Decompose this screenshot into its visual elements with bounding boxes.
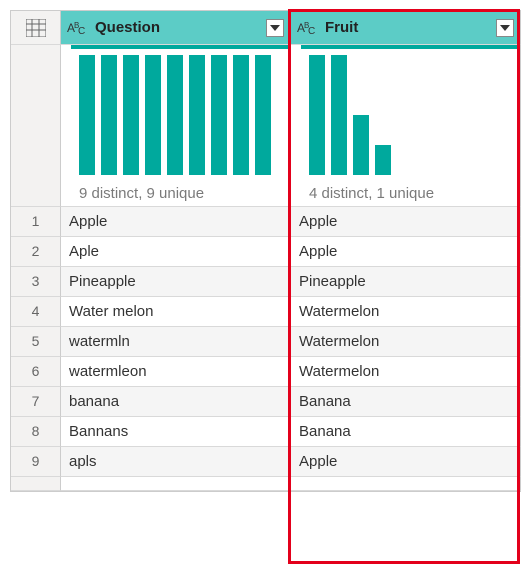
data-preview-grid: ABC Question ABC Fruit 9 distinct, 9 uni… (10, 10, 521, 492)
row-number[interactable]: 6 (11, 357, 61, 387)
column-header-label: Question (95, 19, 160, 36)
cell-fruit[interactable]: Watermelon (291, 297, 521, 327)
partial-row (61, 477, 291, 491)
cell-fruit[interactable]: Banana (291, 417, 521, 447)
cell-question[interactable]: watermleon (61, 357, 291, 387)
profile-gutter (11, 45, 61, 207)
row-number[interactable]: 2 (11, 237, 61, 267)
row-number[interactable]: 7 (11, 387, 61, 417)
cell-question[interactable]: watermln (61, 327, 291, 357)
cell-question[interactable]: banana (61, 387, 291, 417)
svg-text:C: C (308, 26, 315, 36)
column-header-question[interactable]: ABC Question (61, 11, 291, 45)
cell-question[interactable]: Bannans (61, 417, 291, 447)
column-profile-question[interactable]: 9 distinct, 9 unique (61, 45, 291, 207)
svg-text:C: C (78, 26, 85, 36)
partial-row (291, 477, 521, 491)
quality-bar (71, 45, 288, 49)
cell-question[interactable]: Pineapple (61, 267, 291, 297)
table-corner-icon[interactable] (11, 11, 61, 45)
column-filter-dropdown[interactable] (266, 19, 284, 37)
row-number[interactable]: 5 (11, 327, 61, 357)
column-profile-fruit[interactable]: 4 distinct, 1 unique (291, 45, 521, 207)
profile-caption: 9 distinct, 9 unique (79, 185, 280, 202)
profile-bars-fruit (309, 55, 510, 175)
cell-fruit[interactable]: Apple (291, 207, 521, 237)
quality-bar (301, 45, 518, 49)
cell-fruit[interactable]: Watermelon (291, 327, 521, 357)
row-number[interactable]: 3 (11, 267, 61, 297)
row-number[interactable]: 1 (11, 207, 61, 237)
column-header-fruit[interactable]: ABC Fruit (291, 11, 521, 45)
cell-question[interactable]: apls (61, 447, 291, 477)
cell-question[interactable]: Water melon (61, 297, 291, 327)
partial-row (11, 477, 61, 491)
cell-fruit[interactable]: Pineapple (291, 267, 521, 297)
column-header-label: Fruit (325, 19, 358, 36)
cell-fruit[interactable]: Apple (291, 237, 521, 267)
profile-caption: 4 distinct, 1 unique (309, 185, 510, 202)
profile-bars-question (79, 55, 280, 175)
abc-icon: ABC (67, 20, 89, 36)
abc-icon: ABC (297, 20, 319, 36)
column-filter-dropdown[interactable] (496, 19, 514, 37)
row-number[interactable]: 8 (11, 417, 61, 447)
row-number[interactable]: 4 (11, 297, 61, 327)
row-number[interactable]: 9 (11, 447, 61, 477)
cell-fruit[interactable]: Apple (291, 447, 521, 477)
cell-fruit[interactable]: Watermelon (291, 357, 521, 387)
cell-fruit[interactable]: Banana (291, 387, 521, 417)
cell-question[interactable]: Aple (61, 237, 291, 267)
cell-question[interactable]: Apple (61, 207, 291, 237)
